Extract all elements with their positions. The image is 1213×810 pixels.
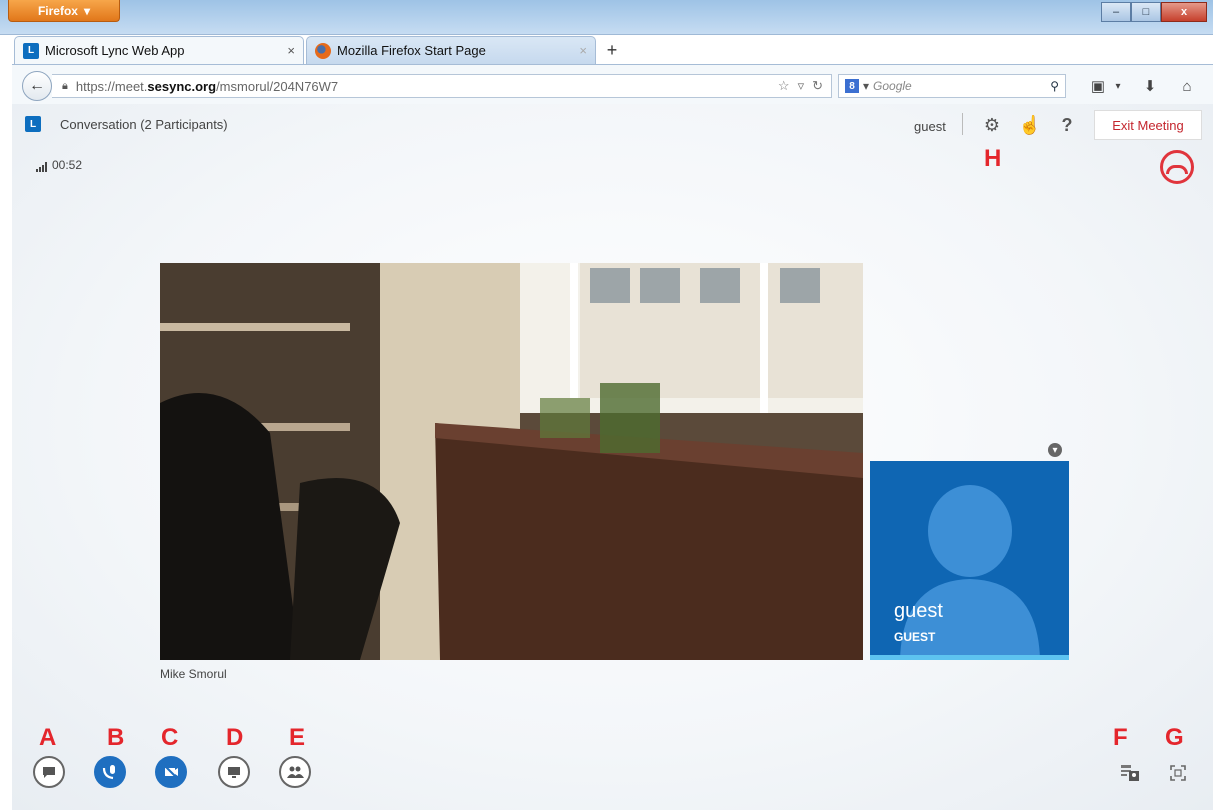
content-layout-icon [1121, 765, 1139, 781]
bookmark-star-icon[interactable]: ☆ [778, 78, 790, 94]
video-button[interactable] [155, 756, 187, 788]
self-tile-role: GUEST [894, 630, 936, 644]
divider [962, 113, 963, 135]
lync-logo-icon: L [25, 116, 41, 132]
im-button[interactable] [33, 756, 65, 788]
lock-icon: 🔒︎ [62, 79, 68, 92]
conversation-title: Conversation (2 Participants) [60, 117, 228, 132]
present-button[interactable] [218, 756, 250, 788]
lync-favicon-icon: L [23, 42, 39, 59]
tile-options-icon[interactable]: ▾ [1048, 443, 1062, 457]
gear-icon[interactable]: ⚙ [980, 113, 1004, 137]
present-icon [228, 767, 240, 778]
participants-button[interactable] [279, 756, 311, 788]
close-window-button[interactable]: x [1161, 2, 1207, 22]
exit-meeting-button[interactable]: Exit Meeting [1094, 110, 1202, 140]
office-scene-image [160, 263, 863, 660]
window-titlebar [0, 0, 1213, 35]
back-button[interactable]: ← [22, 71, 52, 101]
url-bar[interactable]: 🔒︎ https://meet. sesync.org/msmorul/204N7… [52, 74, 832, 98]
annotation-c: C [161, 724, 179, 751]
annotation-h: H [984, 145, 1002, 172]
fullscreen-button[interactable] [1167, 762, 1189, 784]
touch-icon[interactable]: ☝ [1018, 113, 1042, 137]
home-icon[interactable]: ⌂ [1175, 75, 1199, 97]
remote-video [160, 263, 863, 660]
tab-label: Microsoft Lync Web App [45, 43, 185, 58]
firefox-menu-button[interactable]: Firefox ▾ [8, 0, 120, 22]
annotation-f: F [1113, 724, 1128, 751]
engine-dropdown-icon[interactable]: ▾ [863, 79, 869, 93]
annotation-a: A [39, 724, 57, 751]
search-icon[interactable]: ⚲ [1050, 79, 1059, 93]
call-duration: 00:52 [52, 158, 83, 172]
annotation-d: D [226, 724, 244, 751]
tab-firefox-start-page[interactable]: Mozilla Firefox Start Page × [306, 36, 596, 64]
minimize-button[interactable]: – [1101, 2, 1131, 22]
firefox-menu-label: Firefox [37, 3, 78, 18]
dropdown-arrow-icon: ▾ [83, 3, 91, 18]
annotation-e: E [289, 724, 306, 751]
back-arrow-icon: ← [29, 77, 45, 94]
signed-in-user: guest [914, 119, 946, 134]
url-path: /msmorul/204N76W7 [216, 78, 339, 94]
content-layout-button[interactable] [1119, 762, 1141, 784]
url-prefix: https://meet. [75, 78, 148, 94]
maximize-button[interactable]: □ [1131, 2, 1161, 22]
tab-lync-web-app[interactable]: L Microsoft Lync Web App × [14, 36, 304, 64]
downloads-icon[interactable]: ⬇ [1138, 75, 1162, 97]
audio-icon [102, 765, 115, 780]
video-off-icon [164, 765, 178, 779]
participant-name: Mike Smorul [160, 667, 227, 681]
audio-level-bar [870, 655, 1069, 660]
tab-label: Mozilla Firefox Start Page [337, 43, 486, 58]
fullscreen-icon [1170, 765, 1186, 781]
url-domain: sesync.org [147, 78, 217, 94]
participants-icon [287, 766, 304, 778]
im-icon [43, 767, 55, 778]
new-tab-button[interactable]: + [600, 38, 624, 62]
history-dropdown-icon[interactable]: ▿ [798, 78, 805, 94]
call-status: 00:52 [36, 158, 82, 172]
reload-icon[interactable]: ↻ [812, 78, 823, 94]
signal-strength-icon [36, 162, 47, 172]
firefox-favicon-icon [315, 42, 331, 59]
google-engine-icon[interactable]: 8 [845, 79, 859, 93]
self-tile-name: guest [894, 600, 943, 622]
window-controls: – □ x [1101, 2, 1207, 22]
audio-button[interactable] [94, 756, 126, 788]
search-bar[interactable]: 8 ▾ Google ⚲ [838, 74, 1066, 98]
help-icon[interactable]: ? [1055, 113, 1079, 137]
tab-close-icon[interactable]: × [579, 43, 587, 58]
bookmarks-dropdown-icon[interactable]: ▾ [1106, 75, 1130, 97]
hang-up-icon[interactable] [1160, 150, 1194, 184]
annotation-g: G [1165, 724, 1184, 751]
annotation-b: B [107, 724, 125, 751]
search-placeholder: Google [873, 79, 912, 93]
tab-close-icon[interactable]: × [287, 43, 295, 58]
